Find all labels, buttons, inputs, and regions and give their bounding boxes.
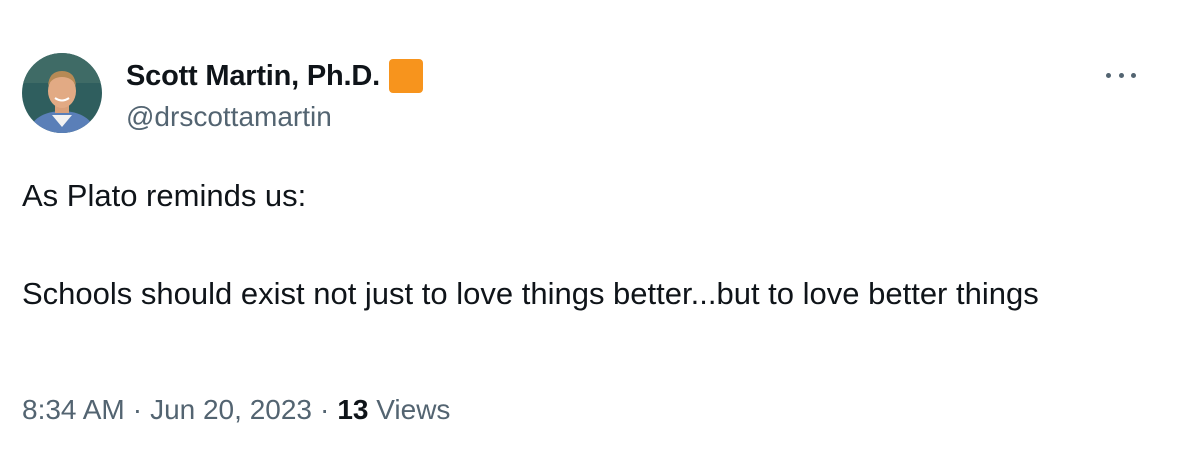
more-dot <box>1131 72 1136 78</box>
tweet-time[interactable]: 8:34 AM <box>22 394 125 425</box>
views-label[interactable]: Views <box>376 394 450 425</box>
avatar-image <box>22 53 102 133</box>
verified-badge-icon[interactable] <box>389 59 423 93</box>
avatar[interactable] <box>22 53 102 133</box>
author-info: Scott Martin, Ph.D. @drscottamartin <box>126 59 423 133</box>
tweet-meta: 8:34 AM · Jun 20, 2023 · 13 Views <box>22 394 450 426</box>
tweet-line: Schools should exist not just to love th… <box>22 276 1039 311</box>
more-dot <box>1106 72 1111 78</box>
tweet-line: As Plato reminds us: <box>22 178 307 213</box>
more-options-icon[interactable] <box>1106 60 1136 90</box>
meta-separator: · <box>132 394 143 425</box>
tweet-date[interactable]: Jun 20, 2023 <box>150 394 312 425</box>
more-dot <box>1118 72 1124 78</box>
tweet-header: Scott Martin, Ph.D. @drscottamartin <box>22 53 423 133</box>
user-handle[interactable]: @drscottamartin <box>126 101 423 133</box>
name-row: Scott Martin, Ph.D. <box>126 59 423 93</box>
views-count[interactable]: 13 <box>337 394 368 425</box>
meta-separator: · <box>319 394 330 425</box>
tweet-card: Scott Martin, Ph.D. @drscottamartin As P… <box>0 0 1180 466</box>
tweet-text: As Plato reminds us: Schools should exis… <box>22 175 1142 315</box>
display-name[interactable]: Scott Martin, Ph.D. <box>126 60 380 93</box>
